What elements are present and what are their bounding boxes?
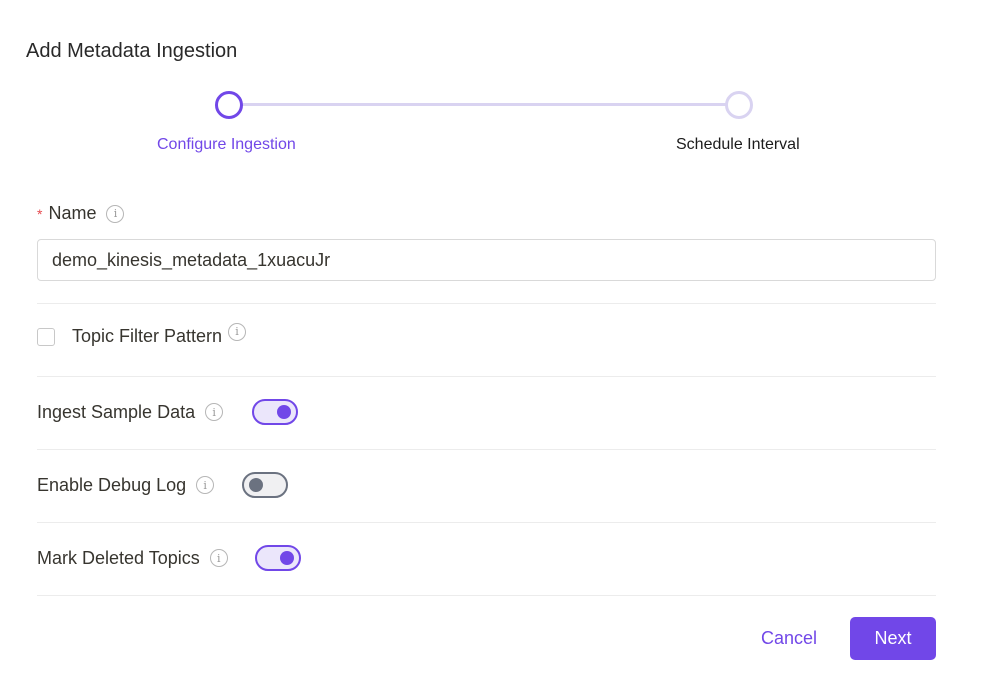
toggle-knob: [249, 478, 264, 492]
topic-filter-pattern-label: Topic Filter Pattern: [72, 326, 223, 346]
divider: [37, 449, 936, 450]
step-configure-ingestion-label: Configure Ingestion: [157, 136, 296, 153]
toggle-knob: [279, 551, 294, 565]
info-icon[interactable]: i: [106, 204, 125, 223]
divider: [37, 376, 936, 377]
ingest-sample-data-row: Ingest Sample Data i: [37, 399, 299, 425]
step-configure-ingestion-indicator: [215, 91, 243, 119]
topic-filter-pattern-row: Topic Filter Pattern i: [37, 322, 247, 347]
divider: [37, 595, 936, 596]
step-schedule-interval-label: Schedule Interval: [676, 136, 800, 153]
enable-debug-log-label: Enable Debug Log: [37, 474, 187, 495]
cancel-button[interactable]: Cancel: [748, 617, 830, 660]
enable-debug-log-row: Enable Debug Log i: [37, 472, 289, 498]
name-input[interactable]: [37, 239, 936, 281]
required-indicator: *: [37, 205, 43, 222]
divider: [37, 303, 936, 304]
info-icon[interactable]: i: [196, 476, 215, 494]
ingest-sample-data-label: Ingest Sample Data: [37, 401, 196, 422]
add-metadata-ingestion-page: Add Metadata Ingestion Configure Ingesti…: [0, 0, 984, 690]
divider: [37, 522, 936, 523]
info-icon[interactable]: i: [205, 403, 224, 421]
info-icon[interactable]: i: [209, 549, 228, 567]
name-field-label-row: * Name i: [37, 203, 125, 224]
page-title: Add Metadata Ingestion: [26, 40, 238, 62]
mark-deleted-topics-label: Mark Deleted Topics: [37, 547, 200, 568]
mark-deleted-topics-toggle[interactable]: [254, 545, 301, 571]
next-button[interactable]: Next: [850, 617, 936, 660]
toggle-knob: [277, 405, 292, 419]
ingest-sample-data-toggle[interactable]: [252, 399, 299, 425]
mark-deleted-topics-row: Mark Deleted Topics i: [37, 545, 301, 571]
info-icon[interactable]: i: [228, 322, 247, 341]
topic-filter-pattern-checkbox[interactable]: [37, 327, 55, 346]
stepper-track: [229, 103, 739, 106]
step-schedule-interval-indicator: [725, 91, 753, 119]
enable-debug-log-toggle[interactable]: [242, 472, 289, 498]
name-label: Name: [48, 203, 97, 223]
